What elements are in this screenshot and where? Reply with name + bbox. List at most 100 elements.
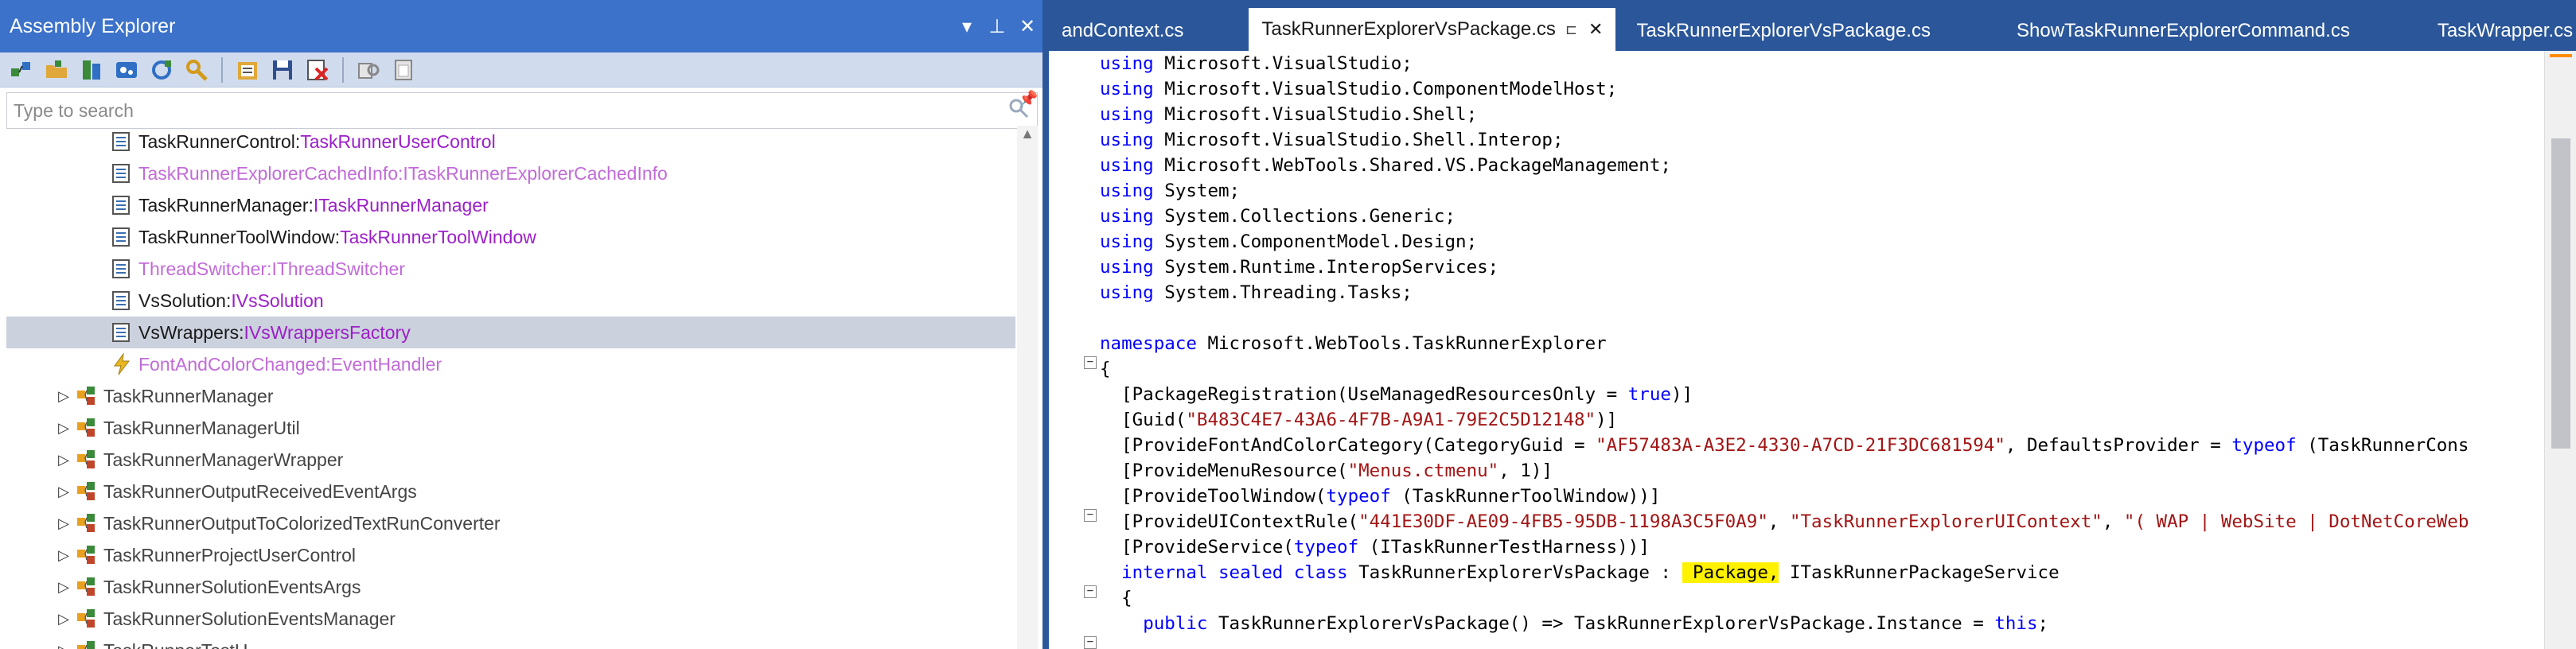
open-assembly-icon[interactable] xyxy=(5,54,38,86)
code-line[interactable]: [ProvideMenuResource("Menus.ctmenu", 1)] xyxy=(1100,458,2536,484)
code-line[interactable]: public TaskRunnerExplorerVsPackage() => … xyxy=(1100,611,2536,636)
class-icon xyxy=(73,574,100,600)
search-icon[interactable] xyxy=(180,54,213,86)
tree-node[interactable]: ▷ TaskRunnerManager xyxy=(6,380,1015,412)
code-token: )] xyxy=(1670,384,1693,405)
tree-node[interactable]: ▷ TaskRunnerTestH... xyxy=(6,635,1015,649)
code-line[interactable]: using Microsoft.VisualStudio.Shell.Inter… xyxy=(1100,127,2536,153)
code-line[interactable] xyxy=(1100,305,2536,331)
open-nuget-icon[interactable] xyxy=(110,54,143,86)
search-pin-icon[interactable]: 📌 xyxy=(1017,89,1039,109)
code-line[interactable]: [PackageRegistration(UseManagedResources… xyxy=(1100,382,2536,407)
tree-node-name: VsWrappers xyxy=(138,321,240,343)
tree-node-type: TaskRunnerToolWindow xyxy=(340,226,536,247)
code-line[interactable]: { xyxy=(1100,356,2536,382)
expand-arrow-icon[interactable]: ▷ xyxy=(54,388,73,405)
keyword-token: typeof xyxy=(2231,435,2297,456)
copy-icon[interactable] xyxy=(352,54,385,86)
document-tab[interactable]: TaskRunnerExplorerVsPackage.cs ⊏ ✕ xyxy=(1249,8,1616,51)
event-icon xyxy=(108,352,135,377)
paste-icon[interactable] xyxy=(387,54,420,86)
code-line[interactable]: [ProvideToolWindow(typeof (TaskRunnerToo… xyxy=(1100,484,2536,509)
scroll-up-icon[interactable]: ▲ xyxy=(1017,126,1038,142)
collapse-attribute-icon[interactable]: − xyxy=(1084,509,1097,522)
tab-label: TaskRunnerExplorerVsPackage.cs xyxy=(1636,20,1931,41)
tree-node[interactable]: ▷ TaskRunnerSolutionEventsArgs xyxy=(6,571,1015,603)
tree-node[interactable]: TaskRunnerManager: ITaskRunnerManager xyxy=(6,189,1015,221)
pin-icon[interactable]: ⊥ xyxy=(982,15,1012,38)
expand-arrow-icon[interactable]: ▷ xyxy=(54,484,73,500)
code-token: [PackageRegistration(UseManagedResources… xyxy=(1100,384,1628,405)
assembly-explorer-toolbar xyxy=(0,52,1042,87)
scrollbar-thumb[interactable] xyxy=(2551,138,2570,449)
window-position-dropdown-icon[interactable]: ▾ xyxy=(952,15,982,38)
collapse-constructor-icon[interactable]: − xyxy=(1084,636,1097,649)
code-line[interactable]: using System; xyxy=(1100,178,2536,204)
new-list-icon[interactable] xyxy=(231,54,264,86)
code-line[interactable]: using Microsoft.VisualStudio.Shell; xyxy=(1100,102,2536,127)
sync-icon[interactable] xyxy=(145,54,178,86)
expand-arrow-icon[interactable]: ▷ xyxy=(54,515,73,532)
collapse-namespace-icon[interactable]: − xyxy=(1084,356,1097,369)
editor-scrollbar[interactable] xyxy=(2544,51,2576,649)
code-line[interactable]: [ProvideUIContextRule("441E30DF-AE09-4FB… xyxy=(1100,509,2536,534)
tab-label: andContext.cs xyxy=(1062,20,1184,41)
code-line[interactable]: using Microsoft.WebTools.Shared.VS.Packa… xyxy=(1100,153,2536,178)
code-text[interactable]: using Microsoft.VisualStudio; using Micro… xyxy=(1100,51,2536,636)
code-line[interactable]: using Microsoft.VisualStudio; xyxy=(1100,51,2536,76)
remove-icon[interactable] xyxy=(301,54,334,86)
code-line[interactable]: using System.Runtime.InteropServices; xyxy=(1100,255,2536,280)
code-token: , 1)] xyxy=(1498,461,1553,481)
document-tab[interactable]: andContext.cs xyxy=(1049,11,1196,51)
tab-close-icon[interactable]: ✕ xyxy=(1588,19,1603,40)
expand-arrow-icon[interactable]: ▷ xyxy=(54,611,73,628)
tree-node[interactable]: TaskRunnerToolWindow: TaskRunnerToolWindo… xyxy=(6,221,1015,253)
code-line[interactable]: using System.Collections.Generic; xyxy=(1100,204,2536,229)
tree-node-name: TaskRunnerTestH... xyxy=(103,640,263,649)
expand-arrow-icon[interactable]: ▷ xyxy=(54,452,73,468)
scroll-marker xyxy=(2550,54,2572,57)
tree-node[interactable]: VsSolution: IVsSolution xyxy=(6,285,1015,317)
class-icon xyxy=(73,479,100,504)
tree-node[interactable]: VsWrappers: IVsWrappersFactory xyxy=(6,317,1015,348)
search-input[interactable]: Type to search xyxy=(7,100,1000,122)
document-tab[interactable]: TaskWrapper.cs xyxy=(2425,11,2576,51)
tree-scrollbar[interactable]: ▲ xyxy=(1017,126,1038,649)
code-line[interactable]: { xyxy=(1100,585,2536,611)
keyword-token: using xyxy=(1100,282,1154,303)
code-line[interactable]: namespace Microsoft.WebTools.TaskRunnerE… xyxy=(1100,331,2536,356)
tree-node[interactable]: ▷ TaskRunnerProjectUserControl xyxy=(6,539,1015,571)
expand-arrow-icon[interactable]: ▷ xyxy=(54,547,73,564)
code-line[interactable]: [Guid("B483C4E7-43A6-4F7B-A9A1-79E2C5D12… xyxy=(1100,407,2536,433)
tree-node[interactable]: ▷ TaskRunnerOutputReceivedEventArgs xyxy=(6,476,1015,507)
collapse-class-icon[interactable]: − xyxy=(1084,585,1097,598)
code-line[interactable]: internal sealed class TaskRunnerExplorer… xyxy=(1100,560,2536,585)
document-tab[interactable]: TaskRunnerExplorerVsPackage.cs xyxy=(1623,11,1943,51)
tree-node[interactable]: ThreadSwitcher: IThreadSwitcher xyxy=(6,253,1015,285)
keyword-token: using xyxy=(1100,155,1154,176)
save-list-icon[interactable] xyxy=(266,54,299,86)
document-tab[interactable]: ShowTaskRunnerExplorerCommand.cs xyxy=(2004,11,2363,51)
tree-node[interactable]: TaskRunnerControl: TaskRunnerUserControl xyxy=(6,126,1015,157)
tree-node[interactable]: TaskRunnerExplorerCachedInfo: ITaskRunner… xyxy=(6,157,1015,189)
code-line[interactable]: using System.ComponentModel.Design; xyxy=(1100,229,2536,255)
code-line[interactable]: using System.Threading.Tasks; xyxy=(1100,280,2536,305)
tree-node[interactable]: ▷ TaskRunnerManagerWrapper xyxy=(6,444,1015,476)
tree-node[interactable]: ▷ TaskRunnerOutputToColorizedTextRunConve… xyxy=(6,507,1015,539)
search-box[interactable]: Type to search xyxy=(6,92,1038,129)
code-line[interactable]: [ProvideService(typeof (ITaskRunnerTestH… xyxy=(1100,534,2536,560)
tree-node[interactable]: FontAndColorChanged: EventHandler xyxy=(6,348,1015,380)
expand-arrow-icon[interactable]: ▷ xyxy=(54,420,73,437)
tree-node[interactable]: ▷ TaskRunnerSolutionEventsManager xyxy=(6,603,1015,635)
keyword-token: typeof xyxy=(1326,486,1391,507)
code-area[interactable]: − − − − using Microsoft.VisualStudio; usi… xyxy=(1049,51,2576,649)
tree-node[interactable]: ▷ TaskRunnerManagerUtil xyxy=(6,412,1015,444)
expand-arrow-icon[interactable]: ▷ xyxy=(54,643,73,649)
expand-arrow-icon[interactable]: ▷ xyxy=(54,579,73,596)
code-line[interactable]: [ProvideFontAndColorCategory(CategoryGui… xyxy=(1100,433,2536,458)
close-icon[interactable]: ✕ xyxy=(1012,15,1042,38)
open-from-gac-icon[interactable] xyxy=(75,54,108,86)
tab-pin-icon[interactable]: ⊏ xyxy=(1565,21,1577,38)
open-folder-icon[interactable] xyxy=(40,54,73,86)
code-line[interactable]: using Microsoft.VisualStudio.ComponentMo… xyxy=(1100,76,2536,102)
